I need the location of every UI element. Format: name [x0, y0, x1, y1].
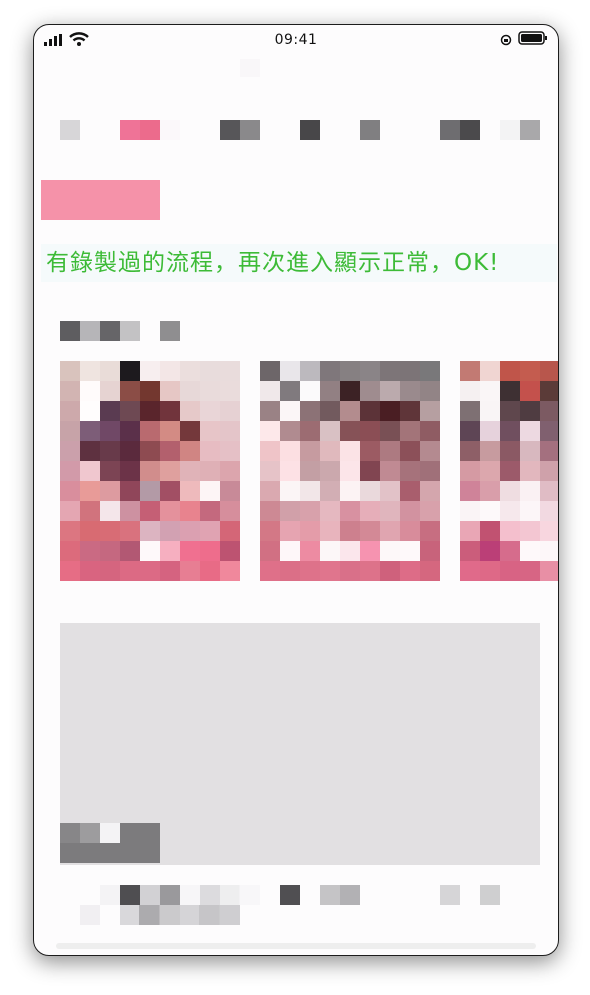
status-bar: 09:41 [34, 25, 558, 55]
media-card[interactable] [60, 623, 540, 865]
tab-item-3[interactable] [220, 120, 260, 140]
tab-item-2-active[interactable] [120, 120, 160, 140]
status-time: 09:41 [274, 32, 318, 48]
media-card-label-pixel [100, 823, 120, 843]
tab-item-4[interactable] [300, 120, 320, 140]
caption-line-1 [120, 885, 200, 905]
battery-icon [518, 31, 547, 45]
section-title [60, 321, 140, 341]
caption-line-1 [480, 885, 500, 905]
thumbnail-card-1[interactable] [60, 361, 240, 583]
bottom-divider [56, 943, 536, 949]
section-title-more[interactable] [160, 321, 180, 341]
caption-line-1 [200, 885, 260, 905]
banner-tag [41, 180, 160, 220]
tab-item-5[interactable] [360, 120, 380, 140]
tab-item-6[interactable] [440, 120, 480, 140]
caption-line-1 [320, 885, 360, 905]
tab-item-1[interactable] [60, 120, 80, 140]
tab-item-2-trail [160, 120, 180, 140]
caption-line-2 [80, 905, 100, 925]
phone-frame: 09:41 有錄製過的流程，再次進入顯示正常，OK! [33, 24, 559, 956]
banner-message: 有錄製過的流程，再次進入顯示正常，OK! [46, 250, 500, 276]
media-card-label-pixel [60, 823, 80, 843]
media-card-label-pixel [80, 823, 100, 843]
top-title-blur [240, 59, 260, 77]
caption-line-1 [100, 885, 120, 905]
thumbnail-card-3[interactable] [460, 361, 558, 583]
tab-item-7[interactable] [500, 120, 540, 140]
caption-line-2 [120, 905, 240, 925]
orientation-lock-icon [500, 34, 512, 46]
thumbnail-card-2[interactable] [260, 361, 440, 583]
caption-line-1 [280, 885, 300, 905]
caption-line-1 [440, 885, 460, 905]
